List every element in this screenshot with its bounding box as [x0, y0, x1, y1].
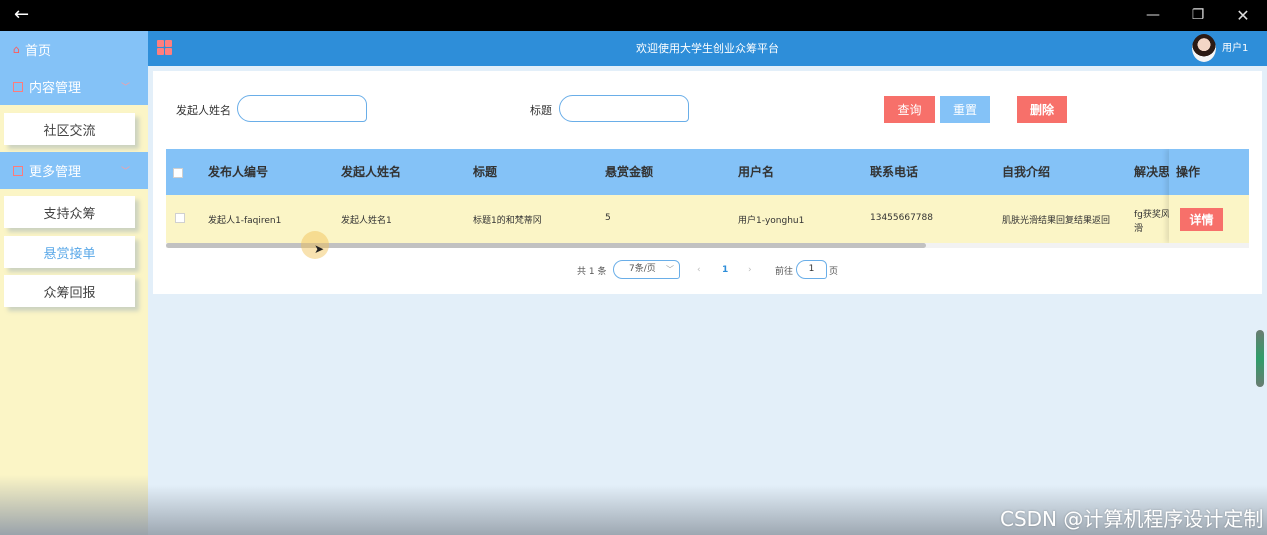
page-suffix: 页 [829, 266, 839, 277]
cell-username: 用户1-yonghu1 [738, 216, 805, 226]
col-name[interactable]: 发起人姓名 [341, 149, 401, 195]
page-size-value: 7条/页 [629, 264, 656, 274]
sidebar-item-return[interactable]: 众筹回报 [4, 275, 135, 307]
goto-page-input[interactable]: 1 [796, 260, 827, 279]
cell-phone: 13455667788 [870, 213, 933, 223]
window-titlebar: ← — ❐ ✕ [0, 0, 1267, 31]
cell-solution-line2: 滑 [1134, 224, 1144, 234]
title-input[interactable] [559, 95, 689, 122]
vertical-scrollbar[interactable] [1256, 330, 1264, 387]
query-button[interactable]: 查询 [884, 96, 935, 123]
sidebar-item-label: 首页 [24, 44, 51, 59]
name-label: 发起人姓名 [176, 104, 231, 117]
row-checkbox[interactable] [175, 213, 185, 223]
chevron-down-icon: ﹀ [121, 167, 131, 177]
fixed-action-column: 操作 详情 [1169, 149, 1249, 243]
col-publisher-id[interactable]: 发布人编号 [208, 149, 268, 195]
col-phone[interactable]: 联系电话 [870, 149, 918, 195]
col-action: 操作 [1169, 149, 1249, 195]
cell-amount: 5 [605, 213, 611, 223]
pagination-total: 共 1 条 [577, 266, 607, 277]
page-number-current[interactable]: 1 [722, 261, 728, 279]
goto-label: 前往 [775, 266, 794, 277]
title-label: 标题 [530, 104, 552, 117]
reset-button[interactable]: 重置 [940, 96, 990, 123]
cell-publisher-id: 发起人1-faqiren1 [208, 216, 282, 226]
cell-intro: 肌肤光滑结果回复结果返回 [1002, 216, 1111, 226]
sidebar: ⌂ 首页 内容管理 ﹀ 社区交流 更多管理 ﹀ 支持众筹 悬赏接单 众筹回报 [0, 31, 148, 535]
arrow-left-icon[interactable]: ← [14, 3, 29, 27]
col-amount[interactable]: 悬赏金额 [605, 149, 653, 195]
action-cell: 详情 [1169, 195, 1249, 243]
sidebar-fade [0, 475, 148, 535]
data-table: 发布人编号 发起人姓名 标题 悬赏金额 用户名 联系电话 自我介绍 解决思 发起… [166, 149, 1249, 248]
box-icon [13, 81, 23, 92]
home-icon: ⌂ [13, 43, 20, 56]
close-icon[interactable]: ✕ [1231, 4, 1255, 26]
cell-solution-line1: fg获奖风 [1134, 210, 1170, 220]
sidebar-item-reward[interactable]: 悬赏接单 [4, 236, 135, 268]
chevron-down-icon: ﹀ [666, 265, 674, 274]
sidebar-group-content[interactable]: 内容管理 ﹀ [0, 68, 148, 105]
name-input[interactable] [237, 95, 367, 122]
delete-button[interactable]: 删除 [1017, 96, 1067, 123]
sidebar-group-label: 内容管理 [29, 81, 82, 96]
content-panel: 发起人姓名 标题 查询 重置 删除 发布人编号 发起人姓名 标题 悬赏金额 用户… [153, 71, 1262, 294]
chevron-down-icon: ﹀ [121, 83, 131, 93]
scrollbar-thumb[interactable] [166, 243, 926, 248]
sidebar-item-support[interactable]: 支持众筹 [4, 196, 135, 228]
avatar[interactable] [1192, 34, 1216, 62]
minimize-icon[interactable]: — [1141, 4, 1165, 26]
detail-button[interactable]: 详情 [1180, 208, 1223, 231]
col-solution[interactable]: 解决思 [1134, 149, 1170, 195]
table-header: 发布人编号 发起人姓名 标题 悬赏金额 用户名 联系电话 自我介绍 解决思 [166, 149, 1249, 195]
cell-title: 标题1的和梵蒂冈 [473, 216, 542, 226]
select-all-checkbox[interactable] [173, 168, 183, 178]
restore-icon[interactable]: ❐ [1186, 4, 1210, 26]
page-title: 欢迎使用大学生创业众筹平台 [636, 42, 779, 55]
sidebar-group-more[interactable]: 更多管理 ﹀ [0, 152, 148, 189]
prev-page-icon[interactable]: ‹ [697, 261, 701, 279]
col-title[interactable]: 标题 [473, 149, 497, 195]
username[interactable]: 用户1 [1222, 31, 1248, 66]
box-icon [13, 165, 23, 176]
page-size-select[interactable]: 7条/页 ﹀ [613, 260, 680, 279]
cell-name: 发起人姓名1 [341, 216, 392, 226]
table-row[interactable]: 发起人1-faqiren1 发起人姓名1 标题1的和梵蒂冈 5 用户1-yong… [166, 195, 1249, 243]
col-username[interactable]: 用户名 [738, 149, 774, 195]
app-header: 欢迎使用大学生创业众筹平台 用户1 [148, 31, 1267, 66]
sidebar-group-label: 更多管理 [29, 165, 82, 180]
watermark-text: CSDN @计算机程序设计定制 [1000, 507, 1264, 531]
sidebar-item-home[interactable]: ⌂ 首页 [0, 31, 148, 68]
sidebar-item-community[interactable]: 社区交流 [4, 113, 135, 145]
col-intro[interactable]: 自我介绍 [1002, 149, 1050, 195]
next-page-icon[interactable]: › [748, 261, 752, 279]
mouse-pointer-icon: ➤ [314, 242, 325, 256]
